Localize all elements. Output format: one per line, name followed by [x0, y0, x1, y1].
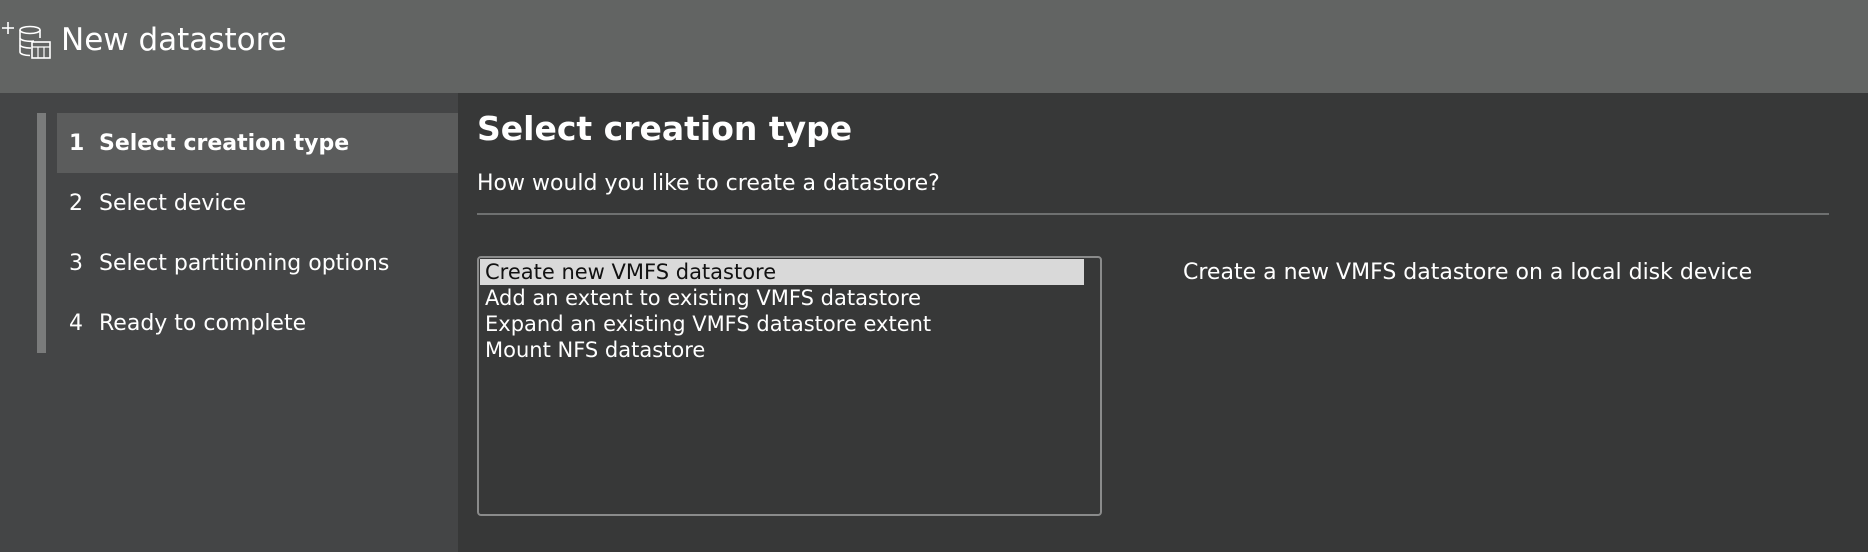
option-create-new-vmfs-datastore[interactable]: Create new VMFS datastore: [480, 259, 1084, 285]
option-description: Create a new VMFS datastore on a local d…: [1183, 260, 1753, 285]
new-datastore-icon: [2, 22, 51, 59]
step-number: 2: [69, 190, 83, 216]
wizard-step-ready-to-complete[interactable]: 4 Ready to complete: [57, 293, 458, 353]
step-label: Select device: [99, 190, 247, 216]
step-number: 4: [69, 310, 83, 336]
step-label: Select partitioning options: [99, 250, 390, 276]
wizard-step-select-device[interactable]: 2 Select device: [57, 173, 458, 233]
option-expand-vmfs-extent[interactable]: Expand an existing VMFS datastore extent: [480, 311, 1084, 337]
step-number: 1: [69, 130, 85, 156]
steps-rail: [37, 113, 46, 353]
page-subtitle: How would you like to create a datastore…: [477, 171, 940, 196]
dialog-header: New datastore: [0, 0, 1868, 93]
wizard-step-select-partitioning-options[interactable]: 3 Select partitioning options: [57, 233, 458, 293]
wizard-steps-sidebar: 1 Select creation type 2 Select device 3…: [0, 93, 458, 552]
step-label: Ready to complete: [99, 310, 307, 336]
option-mount-nfs-datastore[interactable]: Mount NFS datastore: [480, 337, 1084, 363]
creation-type-listbox[interactable]: Create new VMFS datastore Add an extent …: [477, 256, 1102, 516]
step-number: 3: [69, 250, 83, 276]
wizard-content: Select creation type How would you like …: [458, 93, 1868, 552]
page-title: Select creation type: [477, 109, 853, 148]
option-add-extent-existing-vmfs[interactable]: Add an extent to existing VMFS datastore: [480, 285, 1084, 311]
dialog-title: New datastore: [61, 22, 287, 58]
wizard-step-select-creation-type[interactable]: 1 Select creation type: [57, 113, 458, 173]
step-label: Select creation type: [99, 130, 350, 156]
header-divider: [477, 213, 1829, 215]
